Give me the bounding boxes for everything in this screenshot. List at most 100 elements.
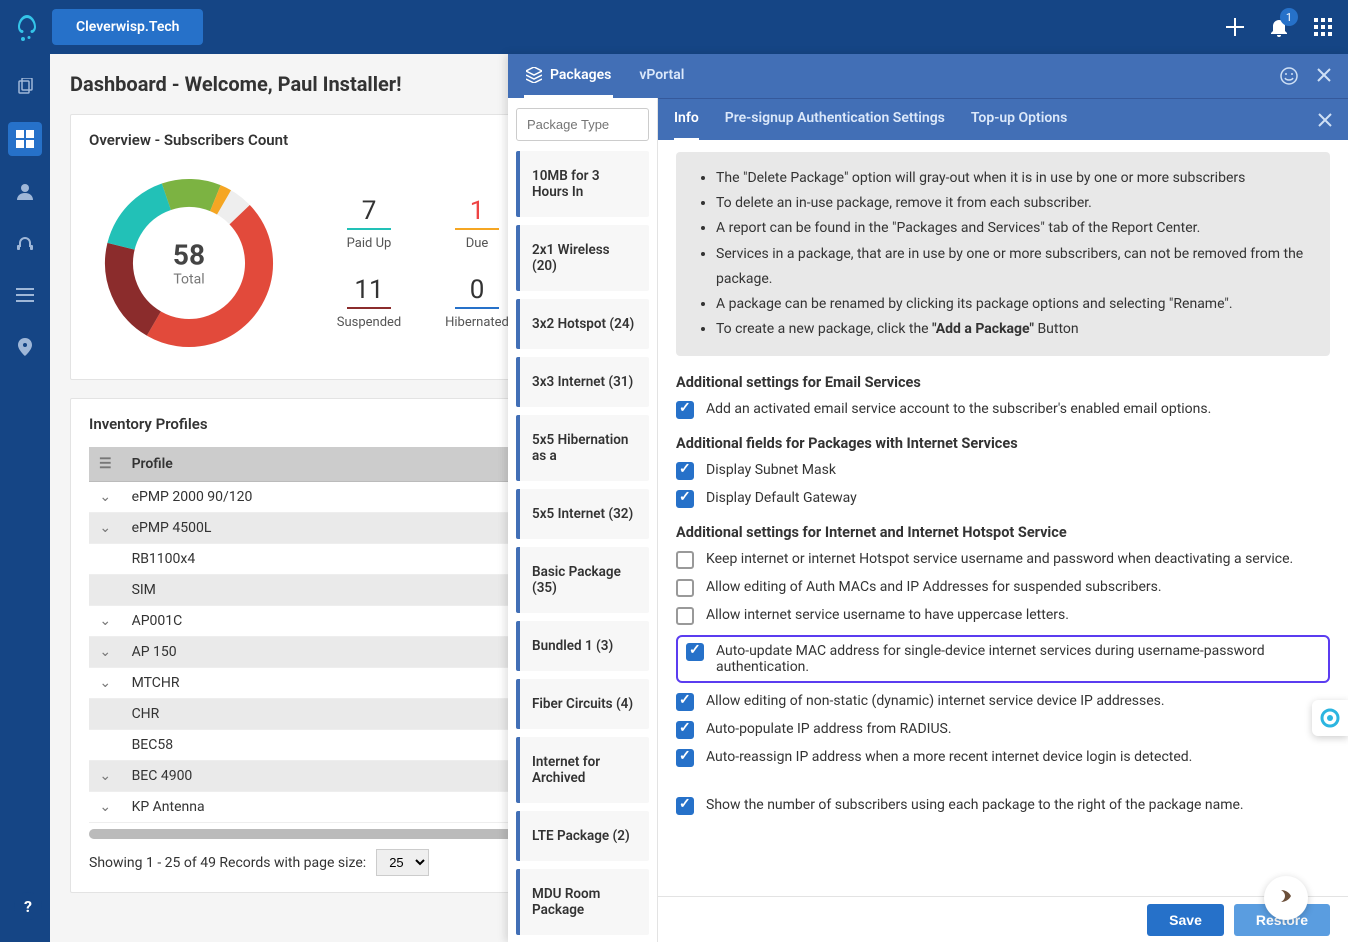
expand-icon[interactable]: ⌄	[89, 668, 122, 699]
info-list-item: Services in a package, that are in use b…	[716, 242, 1312, 292]
checkbox-icon[interactable]	[676, 797, 694, 815]
package-search	[516, 108, 649, 141]
checkbox-icon[interactable]	[676, 749, 694, 767]
package-item[interactable]: Internet for Archived	[516, 737, 649, 803]
info-list-item: A package can be renamed by clicking its…	[716, 292, 1312, 317]
info-box: The "Delete Package" option will gray-ou…	[676, 152, 1330, 356]
packages-layers-icon	[526, 67, 542, 83]
package-item[interactable]: Bundled 1 (3)	[516, 621, 649, 671]
checkbox-icon[interactable]	[676, 607, 694, 625]
check-row[interactable]: Display Subnet Mask	[676, 462, 1330, 480]
section-email-heading: Additional settings for Email Services	[676, 374, 1330, 391]
check-row[interactable]: Auto-update MAC address for single-devic…	[676, 635, 1330, 683]
check-show-count[interactable]: Show the number of subscribers using eac…	[676, 797, 1330, 815]
check-row[interactable]: Allow editing of non-static (dynamic) in…	[676, 693, 1330, 711]
expand-icon[interactable]	[89, 575, 122, 606]
settings-footer: Save Restore	[658, 896, 1348, 942]
section-fields-heading: Additional fields for Packages with Inte…	[676, 435, 1330, 452]
sidebar-dashboard-icon[interactable]	[8, 122, 42, 156]
packages-panel: Packages vPortal 10MB for 3 Hours In 2x1 …	[508, 54, 1348, 942]
tab-topup[interactable]: Top-up Options	[971, 99, 1067, 141]
settings-panel: Info Pre-signup Authentication Settings …	[658, 98, 1348, 942]
expand-icon[interactable]	[89, 730, 122, 761]
sidebar-user-icon[interactable]	[8, 174, 42, 208]
close-settings-icon[interactable]	[1318, 113, 1332, 127]
expand-icon[interactable]: ⌄	[89, 606, 122, 637]
package-item[interactable]: 3x2 Hotspot (24)	[516, 299, 649, 349]
col-profile[interactable]: Profile	[122, 447, 559, 482]
sidebar	[0, 54, 50, 942]
tab-packages-label: Packages	[550, 67, 611, 83]
checkbox-icon[interactable]	[686, 643, 704, 661]
apps-icon[interactable]	[1308, 12, 1338, 42]
stat-item: 11Suspended	[319, 275, 419, 330]
expand-icon[interactable]: ⌄	[89, 761, 122, 792]
table-footer-text: Showing 1 - 25 of 49 Records with page s…	[89, 855, 366, 871]
checkbox-icon[interactable]	[676, 579, 694, 597]
package-item[interactable]: LTE Package (2)	[516, 811, 649, 861]
check-row[interactable]: Auto-reassign IP address when a more rec…	[676, 749, 1330, 767]
package-list: 10MB for 3 Hours In 2x1 Wireless (20) 3x2 …	[508, 98, 658, 942]
app-logo-icon	[10, 10, 44, 44]
info-list-item: To delete an in-use package, remove it f…	[716, 191, 1312, 216]
sidebar-copy-icon[interactable]	[8, 70, 42, 104]
expand-icon[interactable]: ⌄	[89, 637, 122, 668]
smile-icon[interactable]	[1280, 67, 1298, 85]
packages-tabbar: Packages vPortal	[508, 54, 1348, 98]
notifications-icon[interactable]: 1	[1264, 12, 1294, 42]
expand-icon[interactable]	[89, 544, 122, 575]
tab-presignup[interactable]: Pre-signup Authentication Settings	[725, 99, 945, 141]
add-icon[interactable]	[1220, 12, 1250, 42]
page-size-select[interactable]: 25	[376, 849, 429, 876]
package-item[interactable]: 5x5 Internet (32)	[516, 489, 649, 539]
donut-total: 58	[173, 239, 205, 272]
check-row[interactable]: Keep internet or internet Hotspot servic…	[676, 551, 1330, 569]
checkbox-icon[interactable]	[676, 401, 694, 419]
info-list-item: To create a new package, click the "Add …	[716, 317, 1312, 342]
subscribers-donut-chart: 58 Total	[89, 163, 289, 363]
checkbox-icon[interactable]	[676, 693, 694, 711]
info-list-item: A report can be found in the "Packages a…	[716, 216, 1312, 241]
checkbox-icon[interactable]	[676, 551, 694, 569]
expand-icon[interactable]: ⌄	[89, 513, 122, 544]
tab-vportal[interactable]: vPortal	[637, 54, 686, 98]
package-type-input[interactable]	[516, 108, 649, 141]
package-item[interactable]: 2x1 Wireless (20)	[516, 225, 649, 291]
close-panel-icon[interactable]	[1316, 67, 1332, 85]
package-item[interactable]: MDU Room Package	[516, 869, 649, 935]
checkbox-icon[interactable]	[676, 462, 694, 480]
sidebar-map-icon[interactable]	[8, 330, 42, 364]
tab-packages[interactable]: Packages	[524, 54, 613, 98]
stat-item: 7Paid Up	[319, 196, 419, 251]
check-row[interactable]: Auto-populate IP address from RADIUS.	[676, 721, 1330, 739]
package-item[interactable]: Fiber Circuits (4)	[516, 679, 649, 729]
donut-total-label: Total	[173, 272, 205, 288]
menu-icon[interactable]: ☰	[89, 447, 122, 482]
save-button[interactable]: Save	[1147, 904, 1224, 936]
tab-info[interactable]: Info	[674, 99, 699, 141]
package-item[interactable]: 3x3 Internet (31)	[516, 357, 649, 407]
info-list-item: The "Delete Package" option will gray-ou…	[716, 166, 1312, 191]
fab-button[interactable]	[1264, 876, 1308, 920]
side-float-button[interactable]	[1312, 700, 1348, 736]
section-internet-heading: Additional settings for Internet and Int…	[676, 524, 1330, 541]
package-item[interactable]: 10MB for 3 Hours In	[516, 151, 649, 217]
expand-icon[interactable]: ⌄	[89, 792, 122, 823]
package-item[interactable]: Basic Package (35)	[516, 547, 649, 613]
check-row[interactable]: Display Default Gateway	[676, 490, 1330, 508]
check-row[interactable]: Allow internet service username to have …	[676, 607, 1330, 625]
sidebar-list-icon[interactable]	[8, 278, 42, 312]
checkbox-icon[interactable]	[676, 490, 694, 508]
brand-chip[interactable]: Cleverwisp.Tech	[52, 9, 203, 45]
check-row[interactable]: Allow editing of Auth MACs and IP Addres…	[676, 579, 1330, 597]
settings-tabbar: Info Pre-signup Authentication Settings …	[658, 98, 1348, 140]
topbar: Cleverwisp.Tech 1	[0, 0, 1348, 54]
check-email-activated[interactable]: Add an activated email service account t…	[676, 401, 1330, 419]
expand-icon[interactable]: ⌄	[89, 482, 122, 513]
help-icon[interactable]: ?	[14, 892, 42, 920]
package-item[interactable]: 5x5 Hibernation as a	[516, 415, 649, 481]
expand-icon[interactable]	[89, 699, 122, 730]
notification-badge: 1	[1280, 8, 1298, 26]
checkbox-icon[interactable]	[676, 721, 694, 739]
sidebar-support-icon[interactable]	[8, 226, 42, 260]
